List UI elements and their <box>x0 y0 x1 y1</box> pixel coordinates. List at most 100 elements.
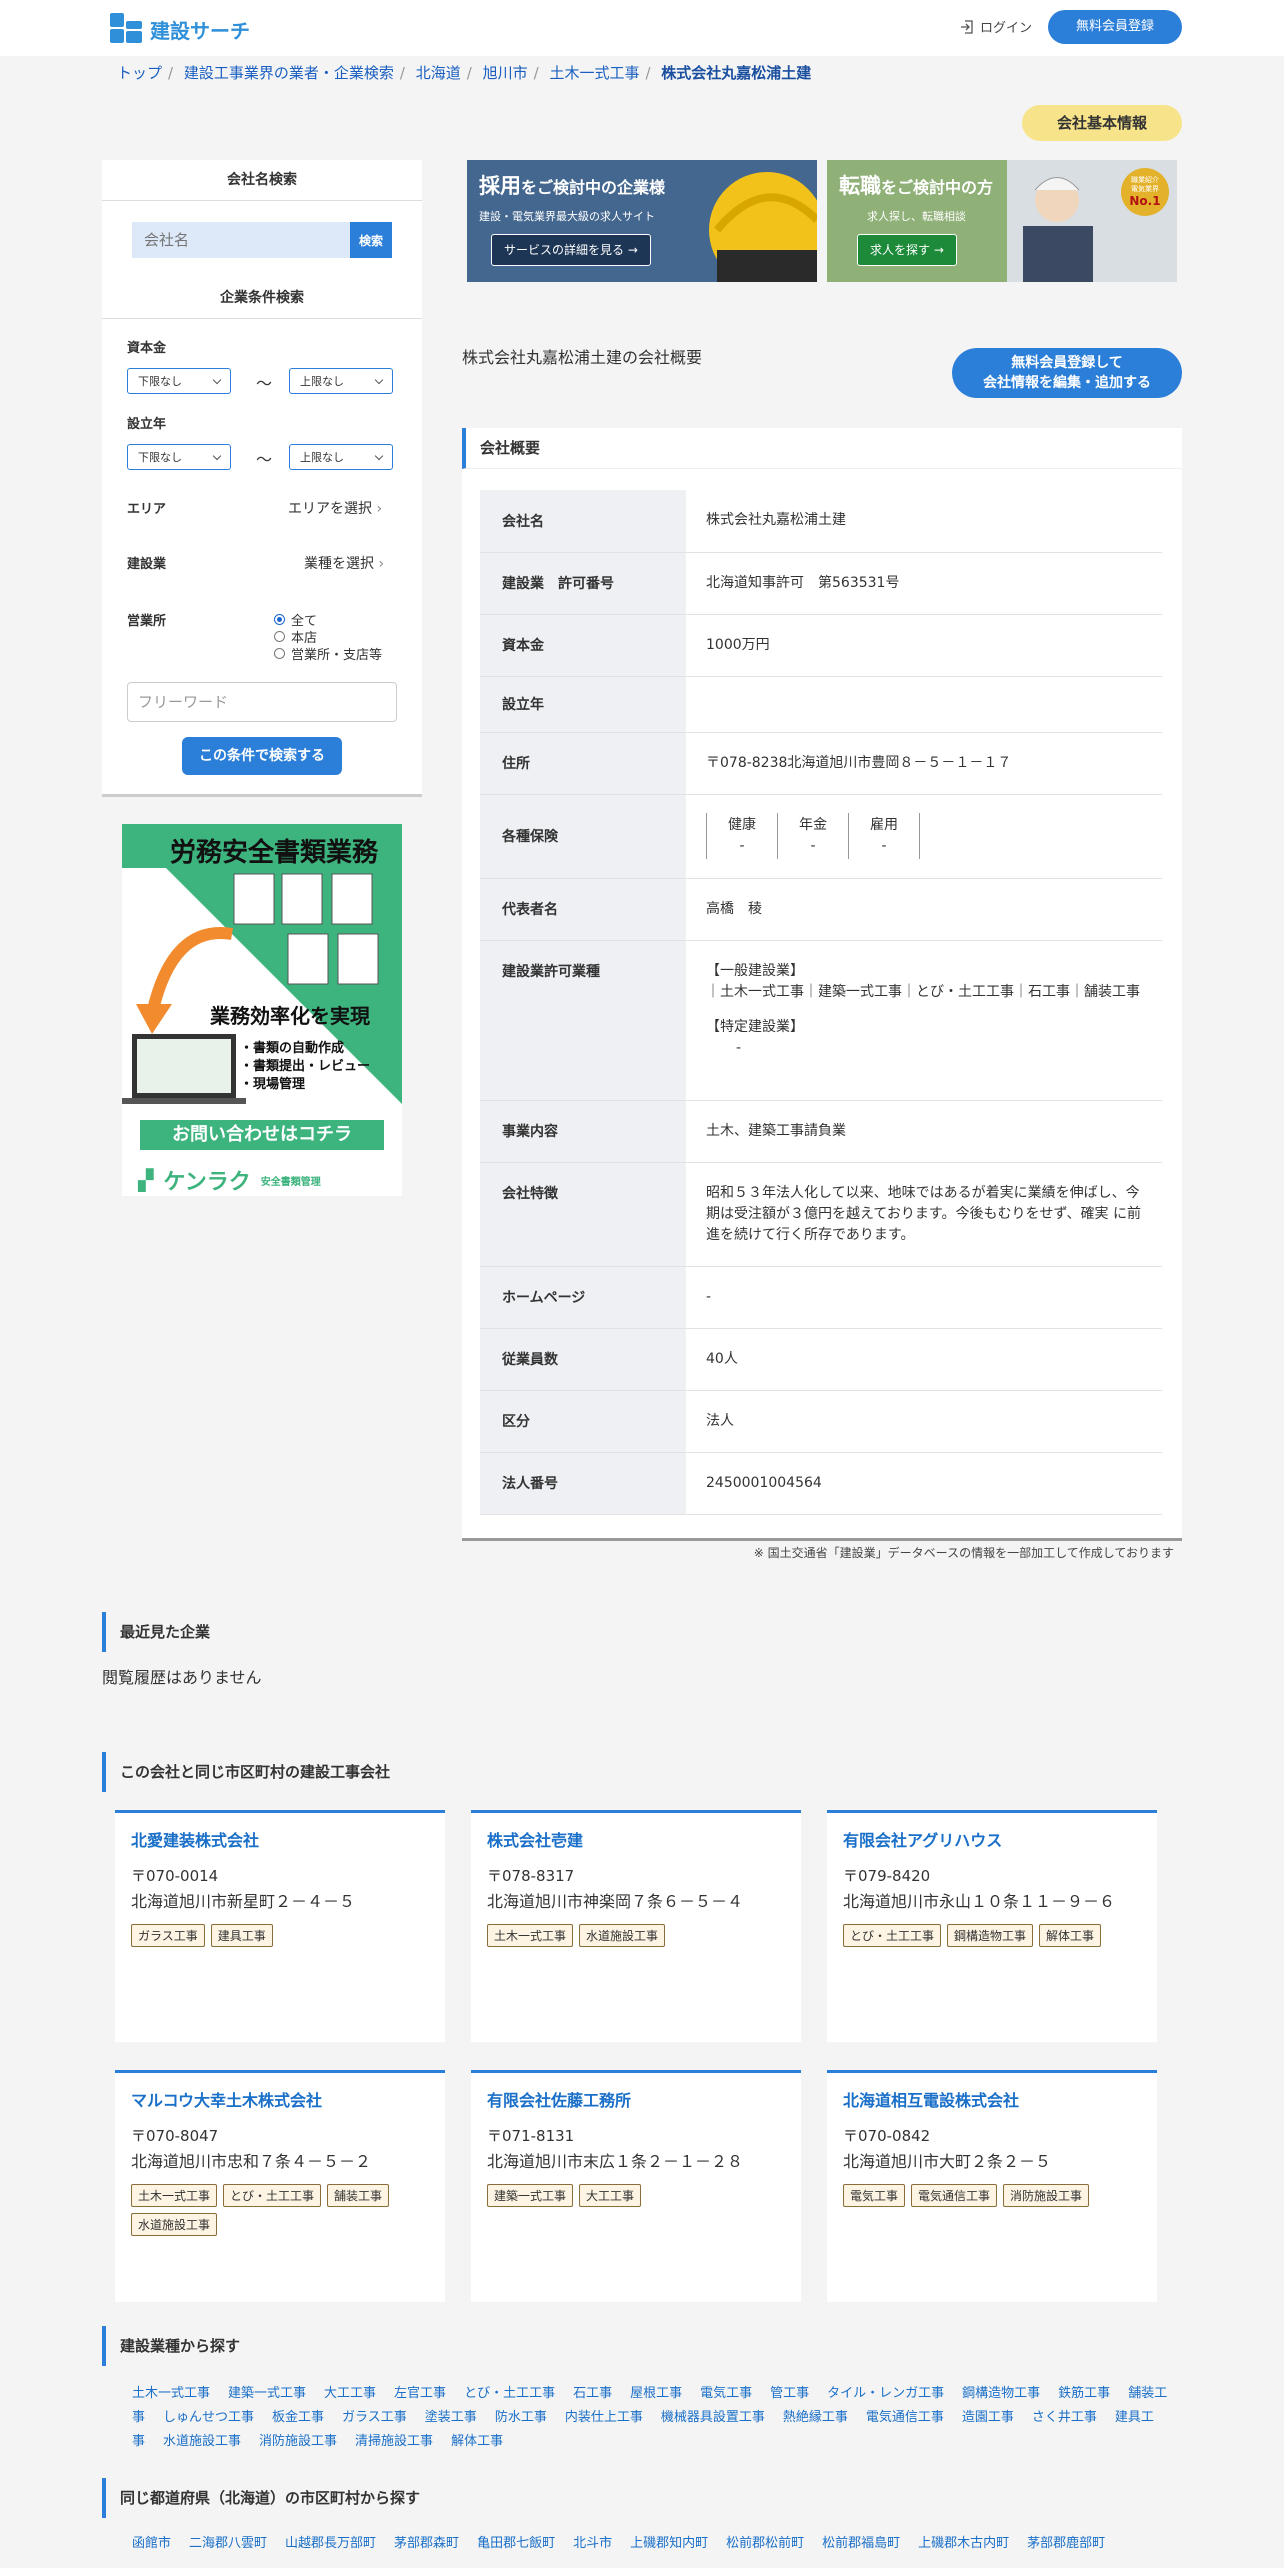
industry-link[interactable]: 管工事 <box>770 2386 809 2401</box>
industry-link[interactable]: 鉄筋工事 <box>1058 2386 1110 2401</box>
industry-link[interactable]: 電気工事 <box>700 2386 752 2401</box>
same-city-title: この会社と同じ市区町村の建設工事会社 <box>102 1752 390 1792</box>
industry-picker-label: 業種を選択 <box>304 556 374 572</box>
company-card-name[interactable]: 北愛建装株式会社 <box>131 1827 429 1851</box>
recruit-detail-button[interactable]: サービスの詳細を見る → <box>491 234 651 266</box>
job-banner-sub: 求人探し、転職相談 <box>867 210 966 223</box>
ad-cta-button[interactable]: お問い合わせはコチラ <box>140 1120 384 1150</box>
industry-link[interactable]: さく井工事 <box>1032 2410 1097 2425</box>
industry-link[interactable]: 鋼構造物工事 <box>962 2386 1040 2401</box>
recent-empty-text: 閲覧履歴はありません <box>102 1668 262 1687</box>
industry-link[interactable]: 水道施設工事 <box>163 2434 241 2449</box>
table-row: 区分 法人 <box>480 1390 1162 1453</box>
insurance-employment: 雇用 - <box>848 813 920 859</box>
company-card-address: 北海道旭川市忠和７条４－５－２ <box>131 2152 372 2171</box>
company-card[interactable]: 有限会社アグリハウス 〒079-8420 北海道旭川市永山１０条１１－９－６ と… <box>827 1810 1157 2042</box>
breadcrumb-current: 株式会社丸嘉松浦土建 <box>661 64 812 82</box>
industry-link[interactable]: 造園工事 <box>962 2410 1014 2425</box>
company-card[interactable]: 北海道相互電設株式会社 〒070-0842 北海道旭川市大町２条２－５ 電気工事… <box>827 2070 1157 2302</box>
industry-link[interactable]: ガラス工事 <box>342 2410 407 2425</box>
recent-title: 最近見た企業 <box>102 1612 210 1652</box>
city-link[interactable]: 亀田郡七飯町 <box>477 2536 555 2551</box>
logo-icon <box>110 13 142 45</box>
city-link[interactable]: 松前郡福島町 <box>822 2536 900 2551</box>
industry-link[interactable]: 建築一式工事 <box>228 2386 306 2401</box>
city-link[interactable]: 茅部郡森町 <box>394 2536 459 2551</box>
job-change-banner[interactable]: 転職をご検討中の方 求人探し、転職相談 求人を探す → 職業紹介 電気業界 No… <box>827 160 1177 282</box>
city-link[interactable]: 山越郡長万部町 <box>285 2536 376 2551</box>
industry-link[interactable]: タイル・レンガ工事 <box>827 2386 944 2401</box>
city-link[interactable]: 茅部郡鹿部町 <box>1027 2536 1105 2551</box>
insurance-pension-label: 年金 <box>799 817 827 833</box>
industry-link[interactable]: 板金工事 <box>272 2410 324 2425</box>
row-key: 設立年 <box>480 676 686 733</box>
company-name-input[interactable] <box>132 222 350 258</box>
site-logo[interactable]: 建設サーチ <box>110 13 250 45</box>
table-row: 従業員数 40人 <box>480 1328 1162 1391</box>
capital-lower-select[interactable]: 下限なし <box>127 368 231 394</box>
industry-link[interactable]: とび・土工工事 <box>464 2386 555 2401</box>
row-key: 建設業許可業種 <box>480 940 686 1101</box>
industry-link[interactable]: 防水工事 <box>495 2410 547 2425</box>
overview-page-title: 株式会社丸嘉松浦土建の会社概要 <box>462 348 703 367</box>
company-card[interactable]: 株式会社壱建 〒078-8317 北海道旭川市神楽岡７条６－５－４ 土木一式工事… <box>471 1810 801 2042</box>
company-card-name[interactable]: 有限会社佐藤工務所 <box>487 2087 785 2111</box>
capital-upper-select[interactable]: 上限なし <box>289 368 393 394</box>
overview-panel-title: 会社概要 <box>462 428 1182 469</box>
company-card[interactable]: 北愛建装株式会社 〒070-0014 北海道旭川市新星町２－４－５ ガラス工事建… <box>115 1810 445 2042</box>
industry-tag: 水道施設工事 <box>131 2213 218 2236</box>
company-search-button[interactable]: 検索 <box>350 222 392 258</box>
area-picker[interactable]: エリアを選択 › <box>288 498 382 518</box>
industry-link[interactable]: 石工事 <box>573 2386 612 2401</box>
company-card-name[interactable]: マルコウ大幸土木株式会社 <box>131 2087 429 2111</box>
company-card-address: 北海道旭川市神楽岡７条６－５－４ <box>487 1892 744 1911</box>
job-search-button[interactable]: 求人を探す → <box>857 234 957 266</box>
company-card-zip: 〒079-8420 <box>843 1867 931 1885</box>
breadcrumb-top[interactable]: トップ <box>117 64 162 82</box>
kenraku-ad-banner[interactable]: 労務安全書類業務 業務効率化を実現 ・書類の自動作成 ・書類提出・レビュー ・現… <box>122 824 402 1196</box>
industry-link[interactable]: 屋根工事 <box>630 2386 682 2401</box>
breadcrumb-search[interactable]: 建設工事業界の業者・企業検索 <box>184 64 394 82</box>
city-link[interactable]: 上磯郡知内町 <box>630 2536 708 2551</box>
industry-link[interactable]: 熱絶縁工事 <box>783 2410 848 2425</box>
freeword-input[interactable]: フリーワード <box>127 682 397 722</box>
industry-link[interactable]: 電気通信工事 <box>866 2410 944 2425</box>
city-link[interactable]: 上磯郡木古内町 <box>918 2536 1009 2551</box>
industry-link[interactable]: しゅんせつ工事 <box>163 2410 254 2425</box>
register-button[interactable]: 無料会員登録 <box>1048 10 1182 44</box>
office-label: 営業所 <box>127 614 167 629</box>
industry-picker[interactable]: 業種を選択 › <box>304 553 384 573</box>
industry-link[interactable]: 解体工事 <box>451 2434 503 2449</box>
area-picker-label: エリアを選択 <box>288 501 372 517</box>
company-card[interactable]: 有限会社佐藤工務所 〒071-8131 北海道旭川市末広１条２－１－２８ 建築一… <box>471 2070 801 2302</box>
industry-link[interactable]: 大工工事 <box>324 2386 376 2401</box>
breadcrumb-city[interactable]: 旭川市 <box>483 64 528 82</box>
industry-link[interactable]: 土木一式工事 <box>132 2386 210 2401</box>
breadcrumb-industry[interactable]: 土木一式工事 <box>549 64 639 82</box>
login-link[interactable]: ログイン <box>960 17 1032 36</box>
company-card-name[interactable]: 有限会社アグリハウス <box>843 1827 1141 1851</box>
year-value <box>686 676 1162 733</box>
year-upper-select[interactable]: 上限なし <box>289 444 393 470</box>
industry-link[interactable]: 機械器具設置工事 <box>661 2410 765 2425</box>
company-card-name[interactable]: 株式会社壱建 <box>487 1827 785 1851</box>
industry-link[interactable]: 左官工事 <box>394 2386 446 2401</box>
industry-link[interactable]: 清掃施設工事 <box>355 2434 433 2449</box>
ad-bullet: ・書類提出・レビュー <box>240 1059 371 1074</box>
breadcrumb-prefecture[interactable]: 北海道 <box>416 64 461 82</box>
edit-company-button[interactable]: 無料会員登録して 会社情報を編集・追加する <box>952 348 1182 398</box>
city-link[interactable]: 函館市 <box>132 2536 171 2551</box>
company-card[interactable]: マルコウ大幸土木株式会社 〒070-8047 北海道旭川市忠和７条４－５－２ 土… <box>115 2070 445 2302</box>
industry-link[interactable]: 内装仕上工事 <box>565 2410 643 2425</box>
year-lower-select[interactable]: 下限なし <box>127 444 231 470</box>
industry-link[interactable]: 塗装工事 <box>425 2410 477 2425</box>
city-link[interactable]: 松前郡松前町 <box>726 2536 804 2551</box>
industry-link[interactable]: 消防施設工事 <box>259 2434 337 2449</box>
edit-btn-line2: 会社情報を編集・追加する <box>983 375 1151 391</box>
radio-branch[interactable]: 営業所・支店等 <box>274 644 382 663</box>
company-card-name[interactable]: 北海道相互電設株式会社 <box>843 2087 1141 2111</box>
city-link[interactable]: 北斗市 <box>573 2536 612 2551</box>
city-link[interactable]: 二海郡八雲町 <box>189 2536 267 2551</box>
condition-search-button[interactable]: この条件で検索する <box>182 737 342 775</box>
recruit-banner[interactable]: 採用をご検討中の企業様 建設・電気業界最大級の求人サイト サービスの詳細を見る … <box>467 160 817 282</box>
